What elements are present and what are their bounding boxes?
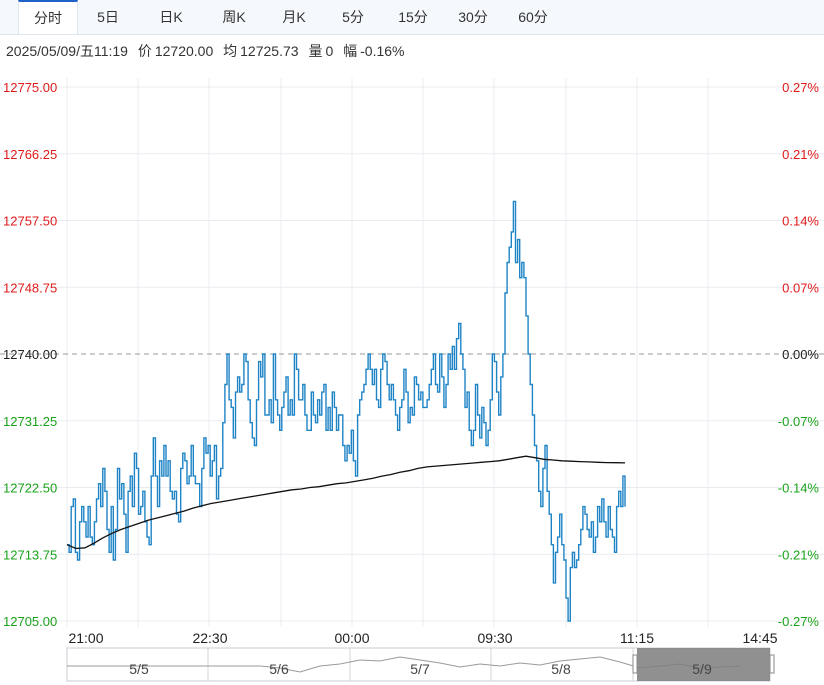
navigator-date-label: 5/8	[551, 661, 571, 677]
y-tick-label: 12766.25	[3, 147, 57, 162]
x-tick-label: 00:00	[334, 630, 369, 646]
y-tick-label: 12713.75	[3, 547, 57, 562]
x-tick-label: 22:30	[192, 630, 227, 646]
y-tick-label: 12757.50	[3, 214, 57, 229]
y-tick-label: 12748.75	[3, 280, 57, 295]
navigator-handle-left[interactable]	[632, 654, 638, 674]
x-tick-label: 09:30	[477, 630, 512, 646]
navigator-date-label: 5/6	[269, 661, 289, 677]
navigator-date-label: 5/9	[692, 661, 712, 677]
y-tick-label: 12722.50	[3, 481, 57, 496]
x-tick-label: 14:45	[742, 630, 777, 646]
pct-tick-label: 0.00%	[782, 347, 819, 362]
y-tick-label: 12775.00	[3, 80, 57, 95]
pct-tick-label: 0.27%	[782, 80, 819, 95]
pct-tick-label: -0.27%	[778, 614, 820, 629]
navigator-date-label: 5/5	[129, 661, 149, 677]
x-tick-label: 11:15	[620, 630, 654, 646]
pct-tick-label: 0.07%	[782, 280, 819, 295]
y-tick-label: 12740.00	[3, 347, 57, 362]
pct-tick-label: -0.21%	[778, 547, 820, 562]
intraday-chart[interactable]: 12775.00 0.27% 12766.25 0.21% 12757.50 0.14% 1…	[0, 0, 824, 685]
pct-tick-label: 0.14%	[782, 214, 819, 229]
x-tick-label: 21:00	[68, 630, 103, 646]
pct-tick-label: 0.21%	[782, 147, 819, 162]
y-tick-label: 12705.00	[3, 614, 57, 629]
y-tick-label: 12731.25	[3, 414, 57, 429]
pct-tick-label: -0.14%	[778, 481, 820, 496]
navigator-handle-right[interactable]	[769, 654, 775, 674]
price-line	[67, 200, 626, 622]
navigator-date-label: 5/7	[410, 661, 430, 677]
pct-tick-label: -0.07%	[778, 414, 820, 429]
